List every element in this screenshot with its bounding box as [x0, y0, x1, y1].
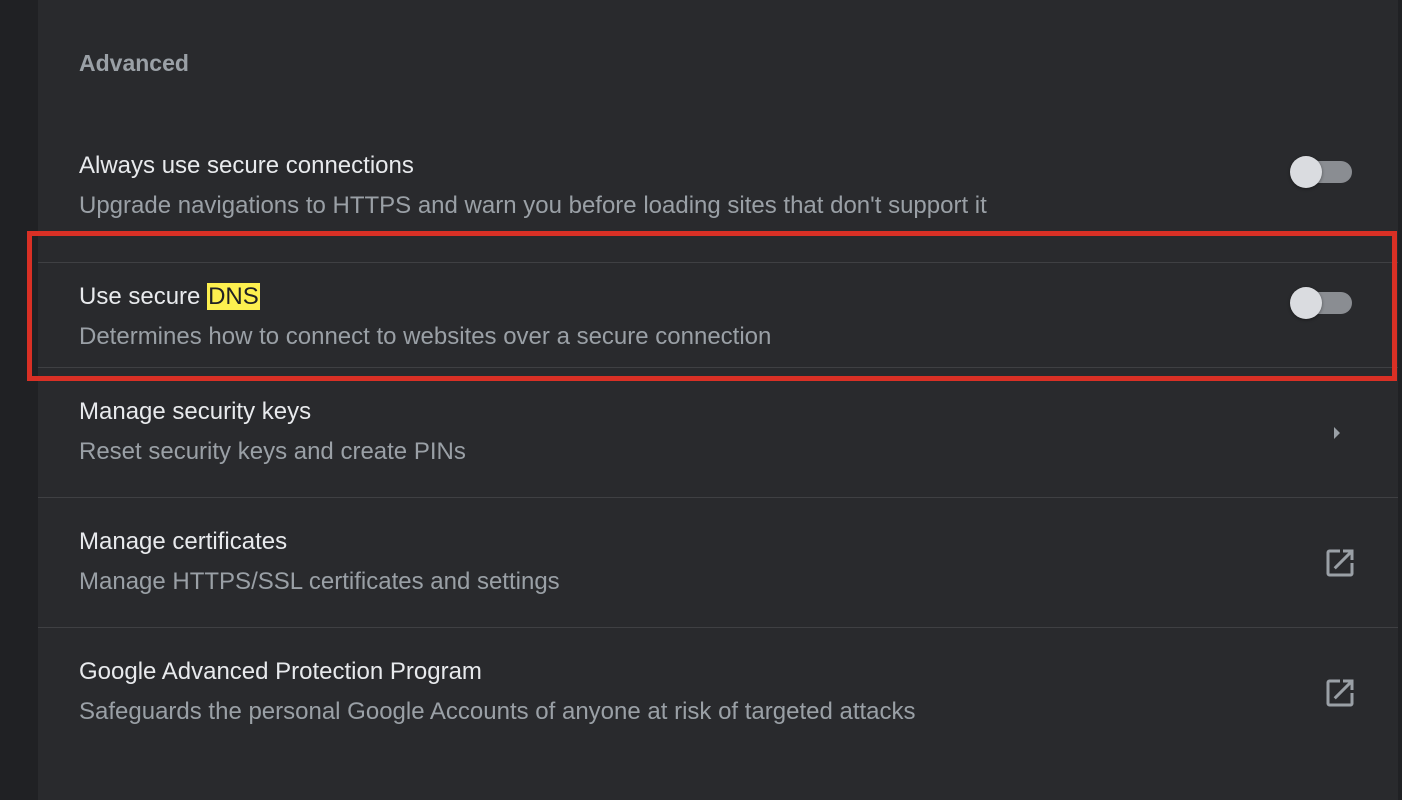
- always-https-toggle[interactable]: [1290, 156, 1354, 188]
- section-title: Advanced: [79, 50, 189, 76]
- setting-row-security-keys[interactable]: Manage security keys Reset security keys…: [38, 367, 1398, 497]
- secure-dns-toggle[interactable]: [1290, 287, 1354, 319]
- setting-description: Determines how to connect to websites ov…: [79, 323, 772, 350]
- right-gutter: [1398, 0, 1402, 800]
- setting-row-advanced-protection[interactable]: Google Advanced Protection Program Safeg…: [38, 627, 1398, 757]
- setting-description: Manage HTTPS/SSL certificates and settin…: [79, 568, 560, 595]
- left-gutter: [0, 0, 38, 800]
- open-in-new-icon[interactable]: [1322, 545, 1358, 581]
- setting-description: Reset security keys and create PINs: [79, 438, 466, 465]
- setting-row-certificates[interactable]: Manage certificates Manage HTTPS/SSL cer…: [38, 497, 1398, 627]
- search-match-highlight: DNS: [207, 283, 260, 310]
- setting-title: Always use secure connections: [79, 152, 414, 179]
- setting-description: Upgrade navigations to HTTPS and warn yo…: [79, 192, 987, 219]
- open-in-new-icon[interactable]: [1322, 675, 1358, 711]
- setting-title: Google Advanced Protection Program: [79, 658, 482, 685]
- toggle-knob: [1290, 287, 1322, 319]
- arrow-right-icon[interactable]: [1330, 423, 1344, 443]
- setting-description: Safeguards the personal Google Accounts …: [79, 698, 916, 725]
- setting-title: Use secure DNS: [79, 283, 260, 311]
- title-text: Use secure: [79, 283, 208, 310]
- settings-card: Advanced Always use secure connections U…: [38, 0, 1398, 800]
- setting-title: Manage security keys: [79, 398, 312, 425]
- setting-title: Manage certificates: [79, 528, 288, 555]
- setting-row-always-https[interactable]: Always use secure connections Upgrade na…: [38, 132, 1398, 262]
- toggle-knob: [1290, 156, 1322, 188]
